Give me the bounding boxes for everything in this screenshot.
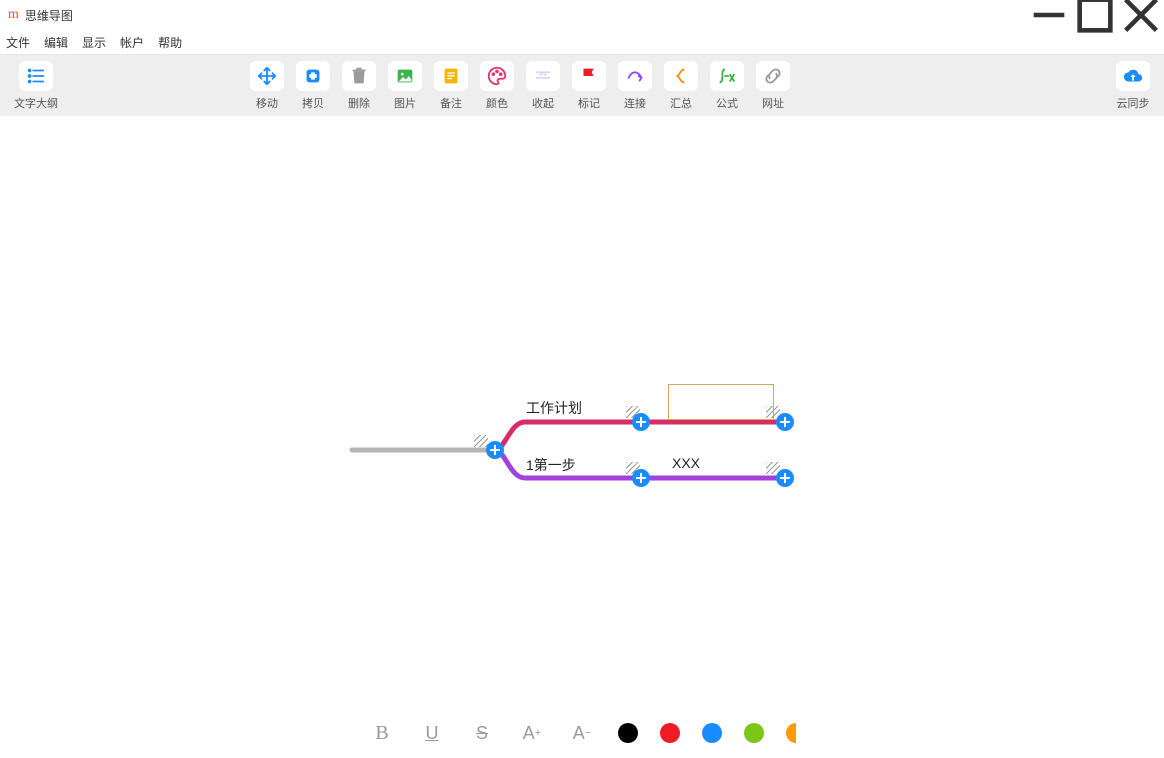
trash-icon (342, 61, 376, 91)
window-title: 思维导图 (25, 7, 73, 24)
cloud-upload-icon (1116, 61, 1150, 91)
menu-file[interactable]: 文件 (6, 34, 30, 51)
add-node-button[interactable] (776, 413, 794, 431)
node-work-plan[interactable]: 工作计划 (526, 398, 582, 418)
menu-view[interactable]: 显示 (82, 34, 106, 51)
tool-label: 颜色 (486, 95, 508, 111)
menu-edit[interactable]: 编辑 (44, 34, 68, 51)
font-decrease-button[interactable]: A− (568, 719, 596, 747)
tool-label: 云同步 (1117, 95, 1150, 111)
summary-icon (664, 61, 698, 91)
bold-button[interactable]: B (368, 719, 396, 747)
add-node-button[interactable] (486, 441, 504, 459)
window-controls (1026, 0, 1164, 30)
copy-icon (296, 61, 330, 91)
tool-mark[interactable]: 标记 (572, 61, 606, 111)
tool-formula[interactable]: 公式 (710, 61, 744, 111)
tool-label: 备注 (440, 95, 462, 111)
mindmap-canvas[interactable]: 工作计划 1第一步 XXX (0, 116, 1164, 708)
tool-collapse[interactable]: 收起 (526, 61, 560, 111)
mindmap-svg (0, 116, 1164, 708)
minimize-button[interactable] (1026, 0, 1072, 30)
tool-label: 删除 (348, 95, 370, 111)
link-icon (756, 61, 790, 91)
tool-url[interactable]: 网址 (756, 61, 790, 111)
formula-icon (710, 61, 744, 91)
connect-icon (618, 61, 652, 91)
palette-icon (480, 61, 514, 91)
color-swatch-red[interactable] (660, 723, 680, 743)
tool-outline[interactable]: 文字大纲 (14, 61, 58, 111)
tool-note[interactable]: 备注 (434, 61, 468, 111)
tool-color[interactable]: 颜色 (480, 61, 514, 111)
menu-help[interactable]: 帮助 (158, 34, 182, 51)
tool-label: 标记 (578, 95, 600, 111)
color-swatch-green[interactable] (744, 723, 764, 743)
tool-cloudsync[interactable]: 云同步 (1116, 61, 1150, 111)
node-xxx[interactable]: XXX (672, 455, 700, 471)
list-icon (19, 61, 53, 91)
tool-label: 公式 (716, 95, 738, 111)
font-increase-button[interactable]: A+ (518, 719, 546, 747)
node-step1[interactable]: 1第一步 (526, 455, 576, 475)
color-swatch-orange[interactable] (786, 723, 796, 743)
app-logo-icon: m (8, 7, 19, 23)
color-swatch-black[interactable] (618, 723, 638, 743)
tool-label: 文字大纲 (14, 95, 58, 111)
move-icon (250, 61, 284, 91)
title-bar: m 思维导图 (0, 0, 1164, 30)
strike-button[interactable]: S (468, 719, 496, 747)
add-node-button[interactable] (776, 469, 794, 487)
tool-label: 网址 (762, 95, 784, 111)
tool-move[interactable]: 移动 (250, 61, 284, 111)
toolbar: 文字大纲 移动 拷贝 删除 图片 备注 颜色 收起 (0, 54, 1164, 116)
menu-account[interactable]: 帐户 (120, 34, 144, 51)
color-swatch-blue[interactable] (702, 723, 722, 743)
flag-icon (572, 61, 606, 91)
tool-label: 汇总 (670, 95, 692, 111)
close-button[interactable] (1118, 0, 1164, 30)
add-node-button[interactable] (632, 413, 650, 431)
format-bar: B U S A+ A− (0, 708, 1164, 758)
selected-node-box[interactable] (668, 384, 774, 420)
maximize-button[interactable] (1072, 0, 1118, 30)
tool-label: 收起 (532, 95, 554, 111)
underline-button[interactable]: U (418, 719, 446, 747)
tool-summary[interactable]: 汇总 (664, 61, 698, 111)
note-icon (434, 61, 468, 91)
tool-image[interactable]: 图片 (388, 61, 422, 111)
tool-copy[interactable]: 拷贝 (296, 61, 330, 111)
image-icon (388, 61, 422, 91)
collapse-icon (526, 61, 560, 91)
tool-label: 移动 (256, 95, 278, 111)
tool-connect[interactable]: 连接 (618, 61, 652, 111)
tool-label: 拷贝 (302, 95, 324, 111)
add-node-button[interactable] (632, 469, 650, 487)
tool-label: 连接 (624, 95, 646, 111)
tool-label: 图片 (394, 95, 416, 111)
tool-delete[interactable]: 删除 (342, 61, 376, 111)
menu-bar: 文件 编辑 显示 帐户 帮助 (0, 30, 1164, 54)
